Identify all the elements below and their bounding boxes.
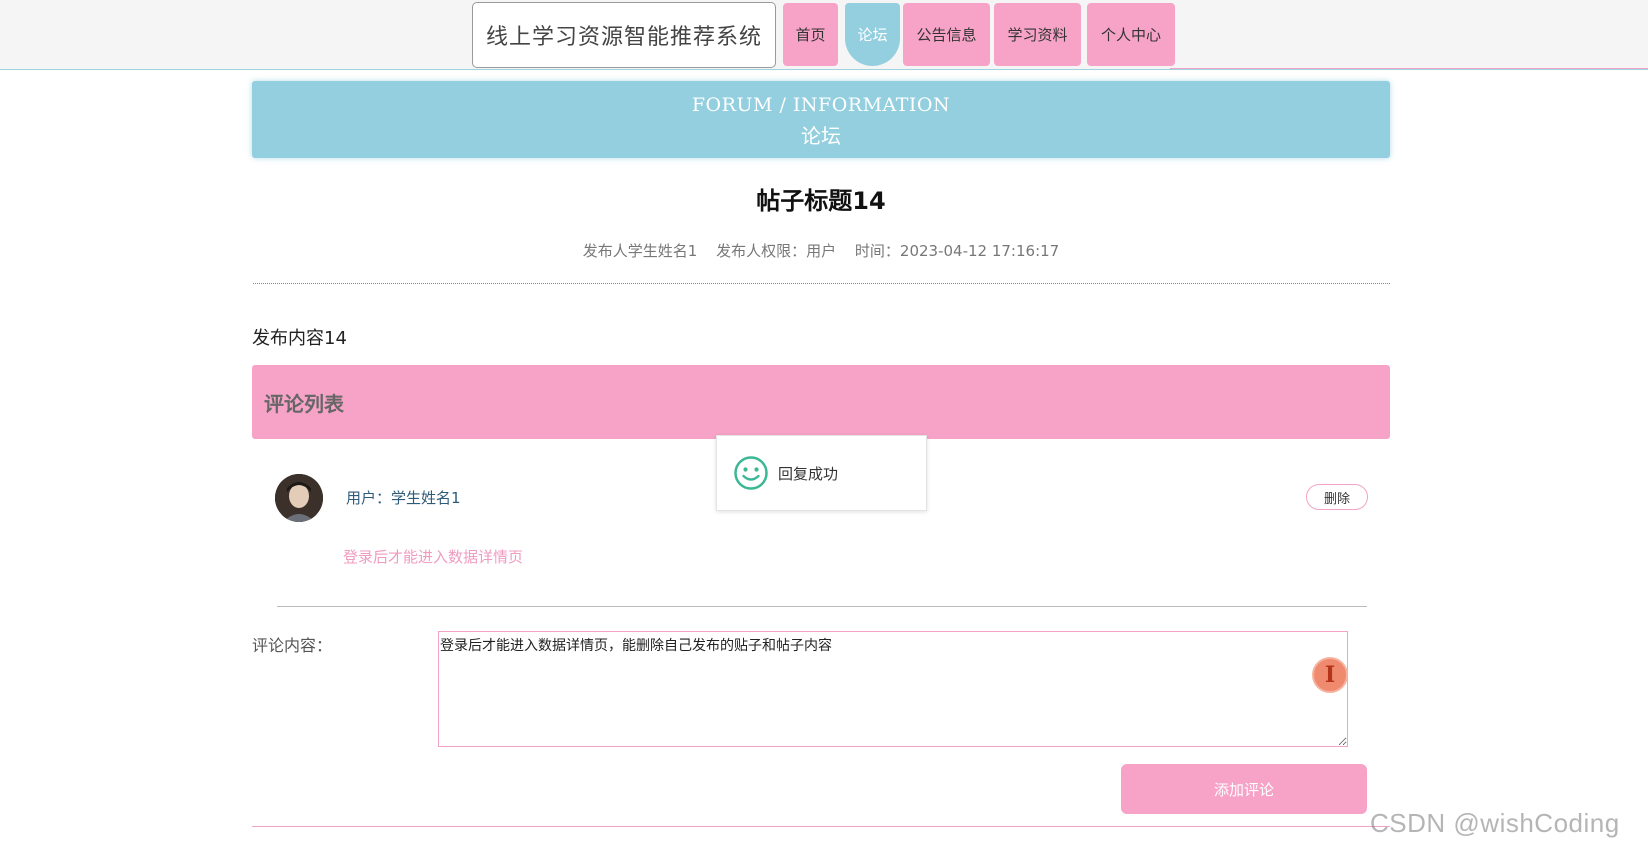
header-accent-line [1170, 68, 1648, 69]
delete-comment-button[interactable]: 删除 [1306, 484, 1368, 510]
nav-home[interactable]: 首页 [783, 3, 838, 66]
avatar [275, 474, 323, 522]
post-title: 帖子标题14 [756, 187, 886, 215]
divider [253, 283, 1390, 284]
nav-forum[interactable]: 论坛 [845, 3, 900, 66]
forum-banner: FORUM / INFORMATION 论坛 [252, 81, 1390, 158]
comment-list-header: 评论列表 [252, 365, 1390, 439]
banner-title-zh: 论坛 [801, 124, 841, 148]
nav-announcements[interactable]: 公告信息 [903, 3, 990, 66]
user-avatar-icon [275, 474, 323, 522]
comment-text: 登录后才能进入数据详情页 [343, 548, 524, 566]
add-comment-button[interactable]: 添加评论 [1121, 764, 1367, 814]
comment-divider [277, 606, 1367, 607]
banner-title-en: FORUM / INFORMATION [691, 94, 951, 116]
toast-message: 回复成功 [778, 464, 839, 483]
comment-content-label: 评论内容： [252, 636, 333, 655]
smile-icon [734, 456, 768, 490]
bottom-divider [252, 826, 1390, 827]
post-content: 发布内容14 [252, 328, 347, 349]
post-permission: 发布人权限：用户 [716, 242, 837, 260]
comment-username[interactable]: 用户：学生姓名1 [346, 487, 461, 508]
success-toast: 回复成功 [716, 435, 927, 511]
post-time: 时间：2023-04-12 17:16:17 [854, 242, 1060, 260]
nav-study-materials[interactable]: 学习资料 [994, 3, 1081, 66]
text-cursor-icon: I [1312, 657, 1348, 693]
site-title[interactable]: 线上学习资源智能推荐系统 [472, 2, 776, 68]
nav-personal-center[interactable]: 个人中心 [1087, 3, 1175, 66]
post-author: 发布人学生姓名1 [582, 242, 698, 260]
watermark: CSDN @wishCoding [1370, 808, 1620, 838]
post-meta: 发布人学生姓名1 发布人权限：用户 时间：2023-04-12 17:16:17 [252, 240, 1390, 261]
comment-textarea[interactable]: 登录后才能进入数据详情页，能删除自己发布的贴子和帖子内容 [438, 631, 1348, 747]
